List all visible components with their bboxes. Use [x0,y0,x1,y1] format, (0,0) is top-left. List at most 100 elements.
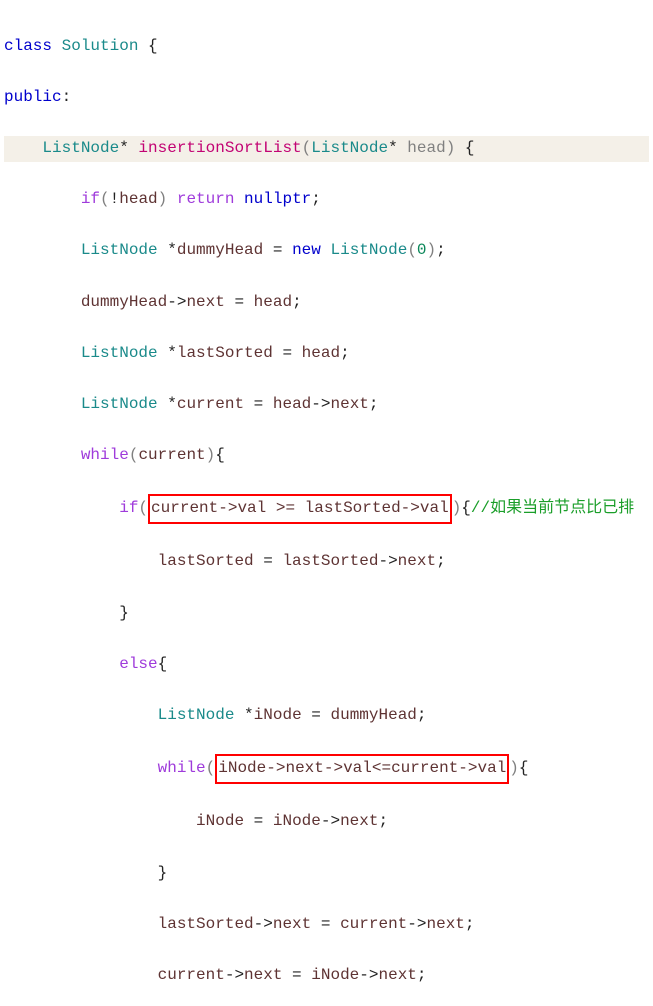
code-line: while(iNode->next->val<=current->val){ [4,754,649,784]
keyword: else [119,655,157,673]
punct: ; [436,552,446,570]
var: lastSorted [158,552,254,570]
code-line: dummyHead->next = head; [4,290,649,316]
var: dummyHead [81,293,167,311]
op: -> [407,915,426,933]
op: = [282,966,311,984]
punct: ; [465,915,475,933]
var: iNode [311,966,359,984]
brace: { [215,446,225,464]
code-line: ListNode* insertionSortList(ListNode* he… [4,136,649,162]
var: lastSorted [282,552,378,570]
condition: current->val >= lastSorted->val [151,499,449,517]
highlight-box-2: iNode->next->val<=current->val [215,754,509,784]
type: ListNode [42,139,119,157]
code-line: } [4,601,649,627]
var: current [138,446,205,464]
var: head [254,293,292,311]
function-name: insertionSortList [138,139,301,157]
type: ListNode [158,706,244,724]
var: iNode [254,706,302,724]
punct: ; [378,812,388,830]
member: next [426,915,464,933]
type: ListNode [81,344,167,362]
paren: ) [206,446,216,464]
punct: : [62,88,72,106]
punct: * [167,241,177,259]
op: ! [110,190,120,208]
code-line: while(current){ [4,443,649,469]
var: head [119,190,157,208]
op: -> [254,915,273,933]
var: iNode [196,812,244,830]
op: -> [225,966,244,984]
condition: iNode->next->val<=current->val [218,759,506,777]
op: -> [167,293,186,311]
type: ListNode [311,139,388,157]
punct: ; [369,395,379,413]
paren: ) [446,139,456,157]
type: ListNode [81,395,167,413]
member: next [398,552,436,570]
var: lastSorted [177,344,273,362]
brace: { [455,139,474,157]
op: -> [378,552,397,570]
var: current [340,915,407,933]
paren: ) [452,499,462,517]
var: lastSorted [158,915,254,933]
keyword: if [81,190,100,208]
paren: ( [100,190,110,208]
punct: ; [292,293,302,311]
brace: { [138,37,157,55]
code-line: lastSorted->next = current->next; [4,912,649,938]
brace: { [158,655,168,673]
punct: * [167,344,177,362]
type: ListNode [321,241,407,259]
paren: ) [158,190,177,208]
class-name: Solution [62,37,139,55]
punct: ; [311,190,321,208]
member: next [244,966,282,984]
code-line: public: [4,85,649,111]
op: = [244,395,273,413]
paren: ) [509,759,519,777]
punct: * [119,139,138,157]
var: head [302,344,340,362]
var: current [158,966,225,984]
punct: ; [417,706,427,724]
member: next [330,395,368,413]
op: = [244,812,273,830]
code-line: ListNode *iNode = dummyHead; [4,703,649,729]
paren: ( [138,499,148,517]
code-line: iNode = iNode->next; [4,809,649,835]
punct: ; [436,241,446,259]
brace: { [519,759,529,777]
paren: ( [407,241,417,259]
code-editor: class Solution { public: ListNode* inser… [0,0,653,1006]
code-line: current->next = iNode->next; [4,963,649,989]
punct: * [167,395,177,413]
member: next [186,293,224,311]
keyword: while [158,759,206,777]
code-line: } [4,861,649,887]
keyword: new [292,241,321,259]
paren: ) [427,241,437,259]
highlight-box-1: current->val >= lastSorted->val [148,494,452,524]
op: -> [321,812,340,830]
code-line: class Solution { [4,34,649,60]
paren: ( [302,139,312,157]
code-line: ListNode *dummyHead = new ListNode(0); [4,238,649,264]
punct: * [244,706,254,724]
paren: ( [206,759,216,777]
keyword: class [4,37,52,55]
member: next [340,812,378,830]
var: iNode [273,812,321,830]
type: ListNode [81,241,167,259]
op: -> [311,395,330,413]
punct: ; [417,966,427,984]
comment: //如果当前节点比已排 [471,499,634,517]
keyword: nullptr [234,190,311,208]
code-line: lastSorted = lastSorted->next; [4,549,649,575]
paren: ( [129,446,139,464]
op: = [225,293,254,311]
